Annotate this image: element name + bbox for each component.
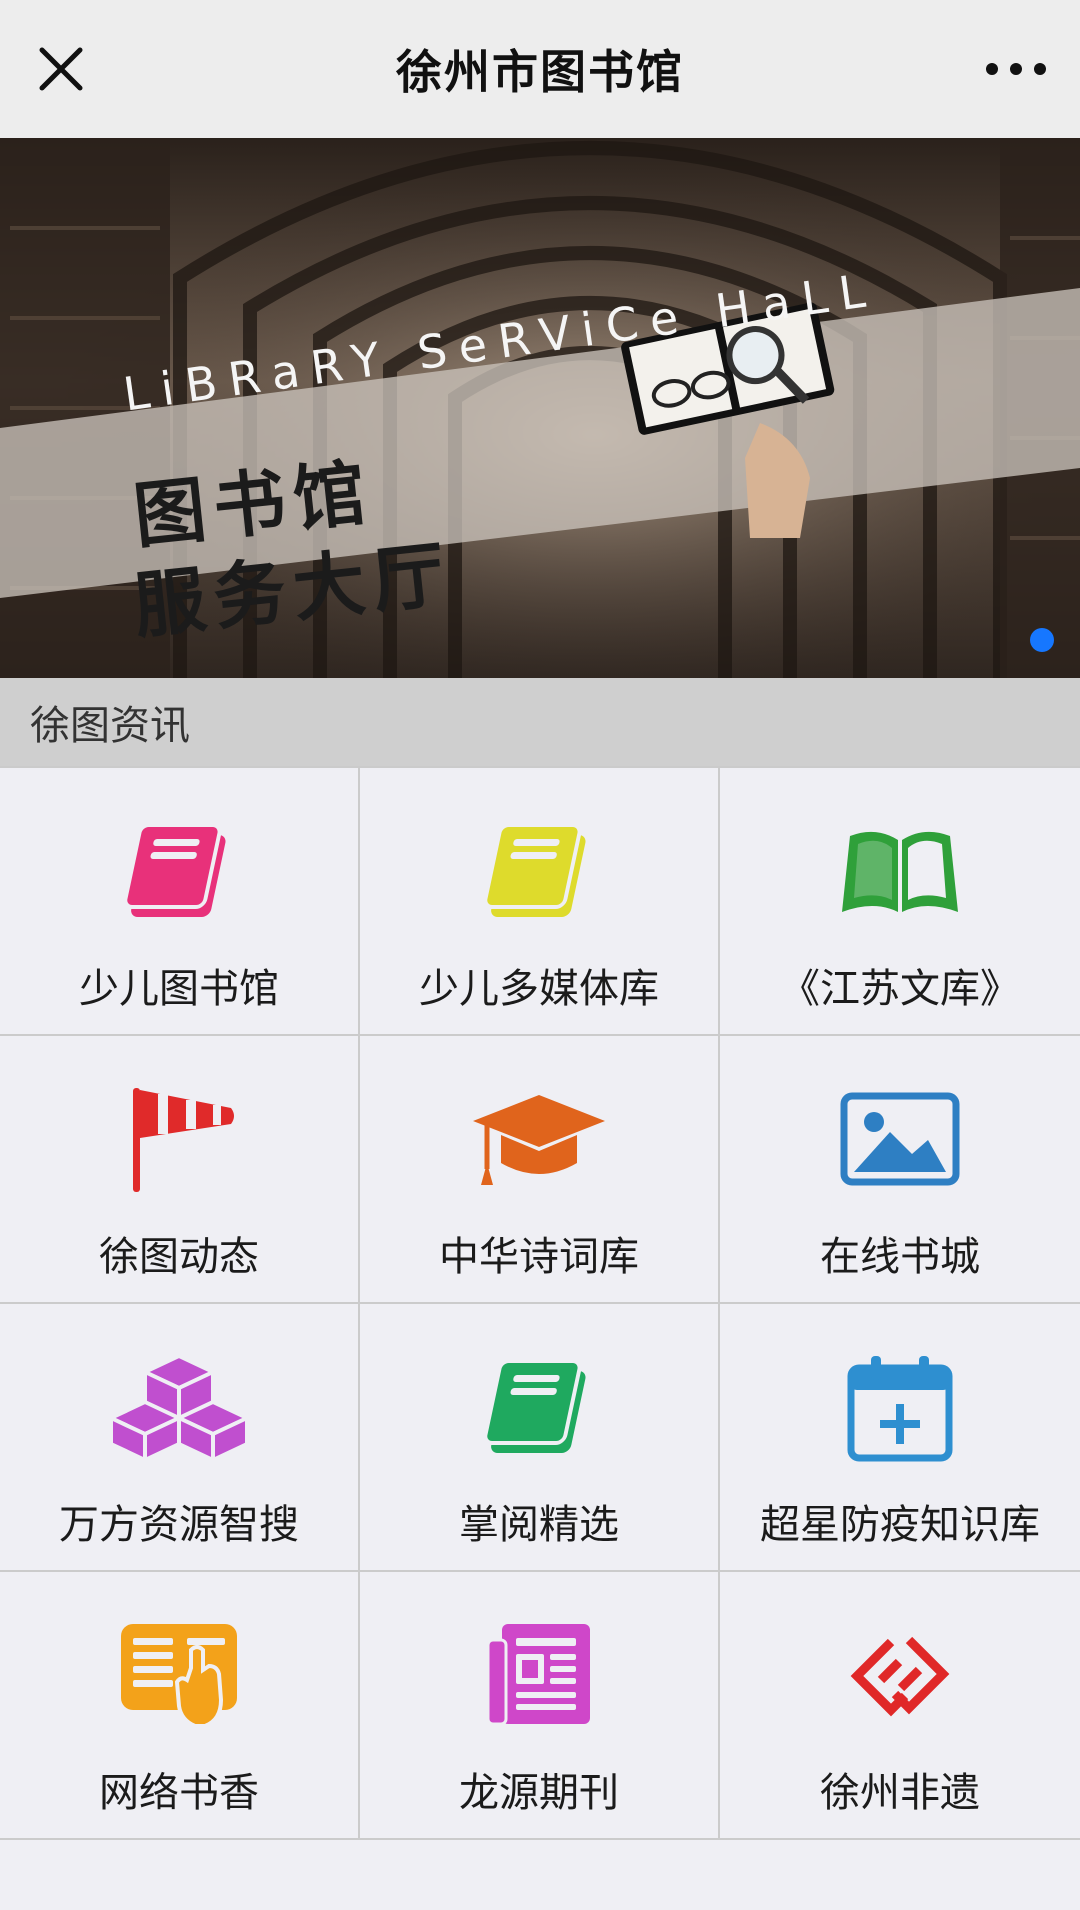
image-icon	[830, 1084, 970, 1194]
grid-item-online-bookstore[interactable]: 在线书城	[720, 1036, 1080, 1304]
grid-item-label: 少儿图书馆	[79, 966, 279, 1012]
grid-item-library-news[interactable]: 徐图动态	[0, 1036, 360, 1304]
graduation-cap-icon	[469, 1084, 609, 1194]
grid-item-children-multimedia[interactable]: 少儿多媒体库	[360, 768, 720, 1036]
calendar-plus-icon	[830, 1352, 970, 1462]
link-logo-icon	[830, 1620, 970, 1730]
grid-item-poetry-library[interactable]: 中华诗词库	[360, 1036, 720, 1304]
grid-item-children-library[interactable]: 少儿图书馆	[0, 768, 360, 1036]
grid-item-xuzhou-heritage[interactable]: 徐州非遗	[720, 1572, 1080, 1840]
close-icon[interactable]	[34, 42, 88, 96]
section-title: 徐图资讯	[30, 703, 190, 749]
grid-item-label: 龙源期刊	[459, 1770, 619, 1816]
grid-item-label: 徐图动态	[99, 1234, 259, 1280]
grid-item-label: 徐州非遗	[820, 1770, 980, 1816]
grid-item-online-reading[interactable]: 网络书香	[0, 1572, 360, 1840]
page-title: 徐州市图书馆	[396, 45, 684, 99]
grid-item-label: 在线书城	[820, 1234, 980, 1280]
grid-item-label: 《江苏文库》	[780, 966, 1020, 1012]
book-icon	[469, 816, 609, 926]
grid-item-label: 万方资源智搜	[59, 1502, 299, 1548]
grid-item-label: 少儿多媒体库	[419, 966, 659, 1012]
grid-item-wanfang-search[interactable]: 万方资源智搜	[0, 1304, 360, 1572]
reading-hand-icon	[109, 1620, 249, 1730]
cubes-icon	[109, 1352, 249, 1462]
grid-item-zhangyue-selection[interactable]: 掌阅精选	[360, 1304, 720, 1572]
carousel-indicator[interactable]	[1030, 628, 1054, 652]
top-bar: 徐州市图书馆	[0, 0, 1080, 138]
book-icon	[469, 1352, 609, 1462]
windsock-icon	[109, 1084, 249, 1194]
grid-item-chaoxing-epidemic[interactable]: 超星防疫知识库	[720, 1304, 1080, 1572]
open-book-icon	[830, 816, 970, 926]
grid-item-label: 超星防疫知识库	[760, 1502, 1040, 1548]
newspaper-icon	[469, 1620, 609, 1730]
more-options-icon[interactable]	[986, 44, 1046, 94]
section-header: 徐图资讯	[0, 678, 1080, 766]
banner-carousel[interactable]: LiBRaRY SeRViCe HaLL 图书馆 服务大厅	[0, 138, 1080, 678]
grid-item-jiangsu-library[interactable]: 《江苏文库》	[720, 768, 1080, 1036]
grid-item-label: 掌阅精选	[459, 1502, 619, 1548]
service-grid: 少儿图书馆 少儿多媒体库 《江苏文库》 徐图动态 中华诗词库 在线书城 万方资源…	[0, 766, 1080, 1840]
grid-item-label: 中华诗词库	[439, 1234, 639, 1280]
grid-item-label: 网络书香	[99, 1770, 259, 1816]
grid-item-longyuan-journals[interactable]: 龙源期刊	[360, 1572, 720, 1840]
book-icon	[109, 816, 249, 926]
